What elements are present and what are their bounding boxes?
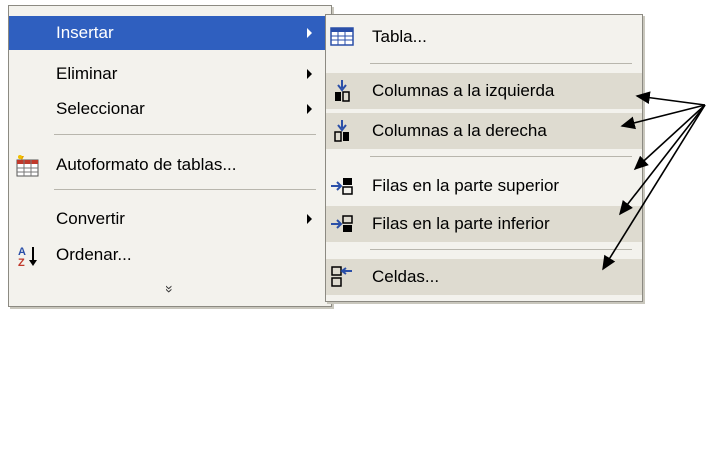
menu-item-ordenar-label: Ordenar... <box>56 245 132 264</box>
submenu-item-filas-inferior-label: Filas en la parte inferior <box>372 214 550 233</box>
annotation-arrow <box>635 91 706 106</box>
insert-row-above-icon <box>331 178 353 195</box>
table-autoformat-icon <box>16 155 39 177</box>
submenu-item-columnas-izquierda[interactable]: Columnas a la izquierda <box>326 73 642 109</box>
submenu-arrow-icon <box>307 104 312 114</box>
submenu-arrow-icon <box>307 69 312 79</box>
submenu-arrow-icon <box>307 214 312 224</box>
submenu-item-tabla-label: Tabla... <box>372 27 427 46</box>
submenu-item-filas-inferior[interactable]: Filas en la parte inferior <box>326 206 642 242</box>
submenu-arrow-icon <box>307 28 312 38</box>
insertar-submenu: Tabla... Columnas a la izquierda Columna… <box>325 14 643 302</box>
menu-item-insertar-label: Insertar <box>56 23 114 42</box>
submenu-item-columnas-derecha-label: Columnas a la derecha <box>372 121 547 140</box>
submenu-item-columnas-izquierda-label: Columnas a la izquierda <box>372 81 555 100</box>
menu-item-autoformato-label: Autoformato de tablas... <box>56 155 237 174</box>
insert-row-below-icon <box>331 215 353 232</box>
submenu-item-filas-superior-label: Filas en la parte superior <box>372 176 560 195</box>
insert-column-right-icon <box>334 120 349 142</box>
submenu-separator <box>370 249 632 250</box>
insert-cells-icon <box>331 266 352 287</box>
submenu-item-celdas-label: Celdas... <box>372 267 440 286</box>
submenu-item-tabla[interactable]: Tabla... <box>326 19 642 55</box>
menu-separator <box>54 189 316 190</box>
submenu-separator <box>370 156 632 157</box>
submenu-item-columnas-derecha[interactable]: Columnas a la derecha <box>326 113 642 149</box>
menu-item-eliminar[interactable]: Eliminar <box>9 57 331 91</box>
table-menu: Insertar Eliminar Seleccionar Autoformat… <box>8 5 332 307</box>
menu-item-insertar[interactable]: Insertar <box>9 16 331 50</box>
menu-separator <box>54 134 316 135</box>
submenu-separator <box>370 63 632 64</box>
annotation-arrow <box>633 104 706 171</box>
menu-item-seleccionar[interactable]: Seleccionar <box>9 92 331 126</box>
sort-az-icon: A Z <box>18 246 37 268</box>
svg-text:Z: Z <box>18 257 25 268</box>
submenu-item-celdas[interactable]: Celdas... <box>326 259 642 295</box>
menu-item-eliminar-label: Eliminar <box>56 64 118 83</box>
insert-table-icon <box>330 27 354 46</box>
expand-menu-chevron-icon[interactable]: » <box>157 128 183 450</box>
menu-item-seleccionar-label: Seleccionar <box>56 99 145 118</box>
submenu-item-filas-superior[interactable]: Filas en la parte superior <box>326 168 642 204</box>
menu-item-convertir-label: Convertir <box>56 209 125 228</box>
insert-column-left-icon <box>335 80 350 102</box>
